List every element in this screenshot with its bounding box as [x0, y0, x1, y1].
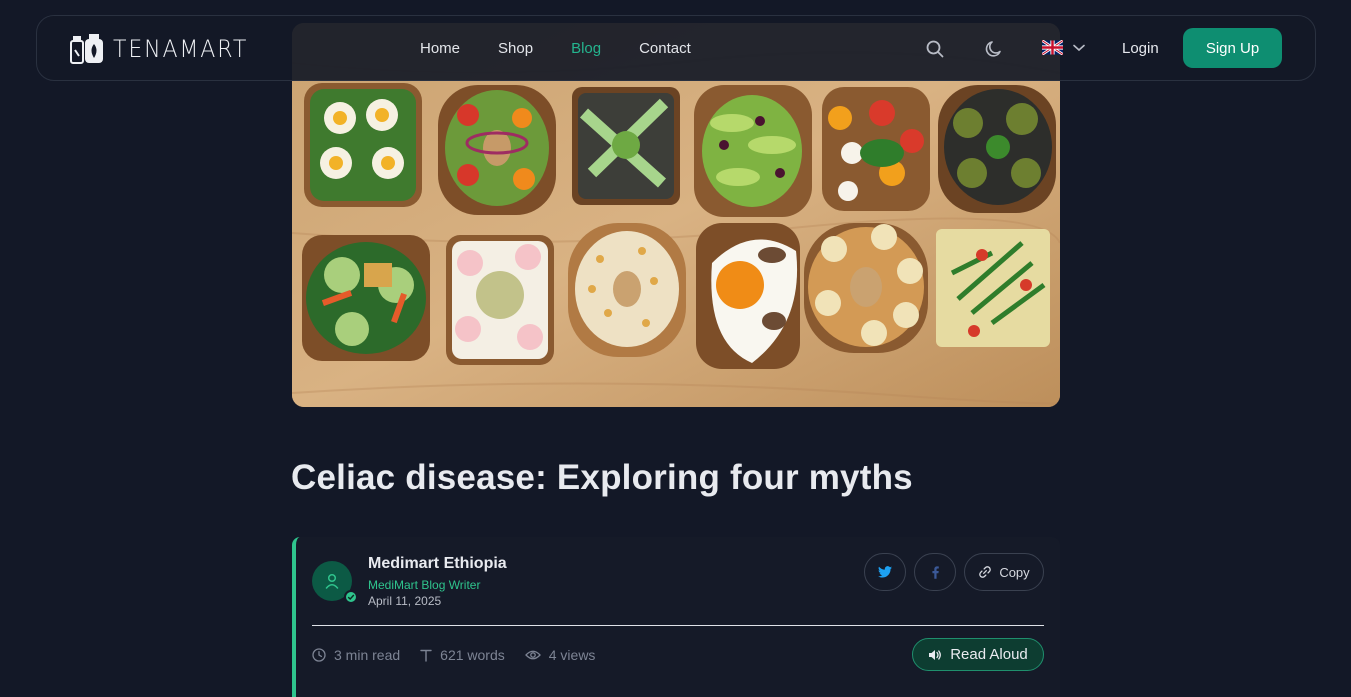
- main-nav: Home Shop Blog Contact: [420, 40, 729, 57]
- login-link[interactable]: Login: [1122, 40, 1159, 57]
- article-title: Celiac disease: Exploring four myths: [291, 458, 913, 497]
- view-count: 4 views: [548, 647, 596, 663]
- nav-blog[interactable]: Blog: [571, 40, 601, 57]
- user-icon: [325, 573, 339, 589]
- nav-shop[interactable]: Shop: [498, 40, 533, 57]
- share-twitter-button[interactable]: [864, 553, 906, 591]
- word-count-stat: 621 words: [420, 647, 505, 663]
- facebook-icon: [931, 565, 939, 579]
- copy-label: Copy: [999, 564, 1030, 580]
- nav-contact[interactable]: Contact: [639, 40, 691, 57]
- verified-badge-icon: [344, 590, 358, 604]
- word-count: 621 words: [440, 647, 505, 663]
- copy-link-button[interactable]: Copy: [964, 553, 1044, 591]
- language-selector[interactable]: [1042, 40, 1085, 55]
- author-role: MediMart Blog Writer: [368, 578, 481, 592]
- moon-icon: [985, 41, 1001, 57]
- eye-icon: [524, 650, 541, 660]
- link-icon: [979, 566, 992, 578]
- publish-date: April 11, 2025: [368, 594, 442, 608]
- twitter-icon: [878, 566, 892, 578]
- brand-logo[interactable]: TENAMART: [69, 32, 260, 66]
- read-time-stat: 3 min read: [312, 647, 400, 663]
- nav-home[interactable]: Home: [420, 40, 460, 57]
- read-time: 3 min read: [334, 647, 401, 663]
- pharmacy-bottle-icon: [70, 34, 103, 64]
- uk-flag-icon: [1042, 40, 1063, 55]
- search-button[interactable]: [924, 38, 946, 60]
- clock-icon: [312, 648, 326, 662]
- views-stat: 4 views: [524, 647, 596, 663]
- article-stats: 3 min read 621 words 4 views: [312, 647, 615, 663]
- theme-toggle-button[interactable]: [983, 38, 1005, 60]
- sign-up-button[interactable]: Sign Up: [1183, 28, 1282, 68]
- author-card: Medimart Ethiopia MediMart Blog Writer A…: [292, 537, 1060, 697]
- text-icon: [420, 649, 432, 662]
- divider: [312, 625, 1044, 626]
- read-aloud-label: Read Aloud: [950, 646, 1028, 663]
- site-header: TENAMART Home Shop Blog Contact Login Si…: [36, 15, 1316, 81]
- speaker-icon: [929, 649, 942, 660]
- read-aloud-button[interactable]: Read Aloud: [912, 638, 1044, 671]
- share-facebook-button[interactable]: [914, 553, 956, 591]
- search-icon: [926, 40, 944, 58]
- brand-name: TENAMART: [113, 35, 249, 63]
- author-name[interactable]: Medimart Ethiopia: [368, 555, 507, 573]
- chevron-down-icon: [1073, 44, 1085, 51]
